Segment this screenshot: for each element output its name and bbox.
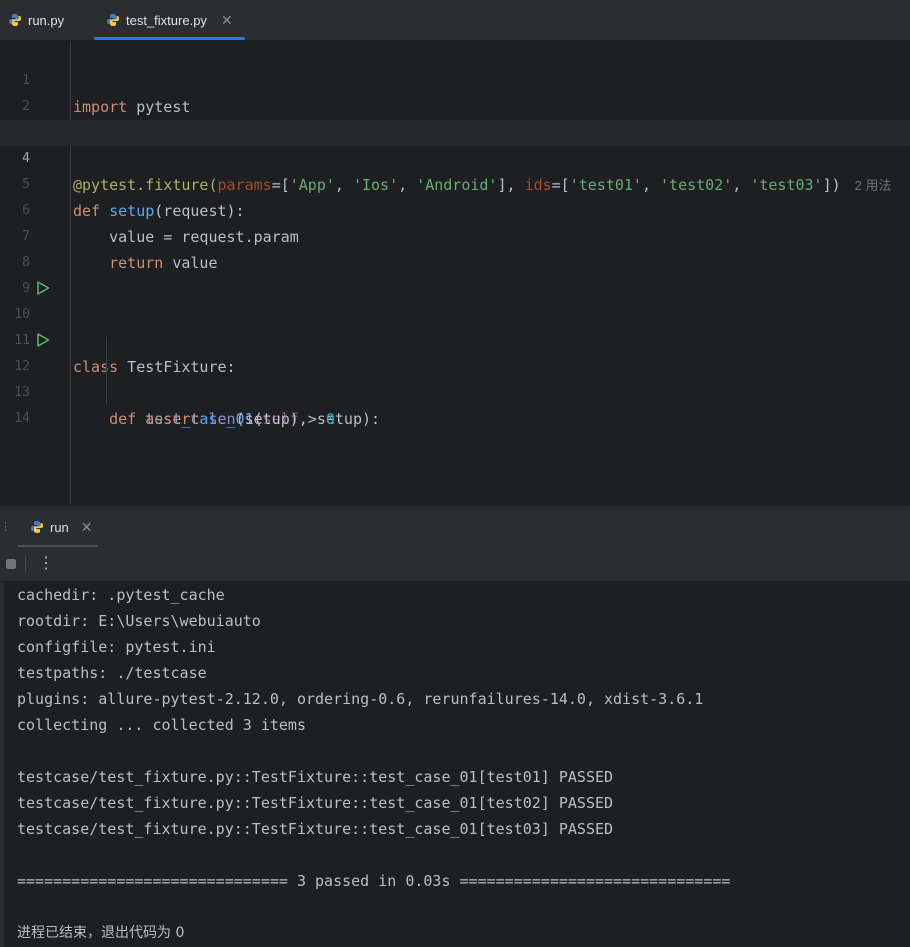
python-icon xyxy=(31,521,43,533)
code-line: 13 assert len(setup) > 0 xyxy=(0,354,910,428)
play-triangle-icon[interactable] xyxy=(36,333,50,347)
toolbar-divider xyxy=(25,555,26,573)
console-line: plugins: allure-pytest-2.12.0, ordering-… xyxy=(17,690,704,708)
code-line: 3 xyxy=(0,94,910,140)
code-line: 12 def test_case_01(self, setup): xyxy=(0,328,910,428)
code-line: 10 class TestFixture: xyxy=(0,276,910,376)
close-icon[interactable]: ✕ xyxy=(221,13,233,27)
editor-tab-bar: run.py test_fixture.py ✕ xyxy=(0,0,910,41)
run-tool-window-header: ⋮ run ✕ xyxy=(0,505,910,548)
code-editor[interactable]: 1 import pytest 2 3 4 @pytest.fixture(pa… xyxy=(0,41,910,504)
console-line: configfile: pytest.ini xyxy=(17,638,216,656)
code-token: 0 xyxy=(325,410,335,428)
tab-label: run.py xyxy=(28,12,65,28)
code-line: 2 xyxy=(0,68,910,114)
console-exit-line: 进程已结束，退出代码为 0 xyxy=(17,925,185,941)
code-line: 8 xyxy=(0,224,910,270)
stop-icon[interactable] xyxy=(6,559,16,569)
tab-label: test_fixture.py xyxy=(126,12,207,28)
code-line: 1 import pytest xyxy=(0,42,910,116)
code-line: 9 xyxy=(0,250,910,296)
console-line: rootdir: E:\Users\webuiauto xyxy=(17,612,261,630)
close-icon[interactable]: ✕ xyxy=(81,520,93,534)
code-token: (setup) > xyxy=(235,410,326,428)
console-line: testcase/test_fixture.py::TestFixture::t… xyxy=(17,768,614,786)
code-line: 5 def setup(request): xyxy=(0,146,910,220)
tool-window-edge: ⋮ xyxy=(0,521,11,533)
console-output[interactable]: cachedir: .pytest_cache rootdir: E:\User… xyxy=(0,582,910,947)
tab-test-fixture-py[interactable]: test_fixture.py ✕ xyxy=(94,0,245,40)
code-line: 7 return value xyxy=(0,198,910,272)
indent-guide xyxy=(106,337,107,405)
play-triangle-icon[interactable] xyxy=(36,281,50,295)
python-icon xyxy=(9,14,21,26)
run-tab-label: run xyxy=(50,519,69,535)
console-side-bar xyxy=(0,582,4,947)
code-token: assert xyxy=(145,410,200,428)
console-line: testpaths: ./testcase xyxy=(17,664,207,682)
tab-run-py[interactable]: run.py xyxy=(8,0,88,40)
code-line: 6 value = request.param xyxy=(0,172,910,246)
console-line: testcase/test_fixture.py::TestFixture::t… xyxy=(17,794,614,812)
console-line: cachedir: .pytest_cache xyxy=(17,586,225,604)
run-toolbar: ⋮ xyxy=(0,547,910,582)
console-line: collecting ... collected 3 items xyxy=(17,716,306,734)
code-line-current: 4 @pytest.fixture(params=['App', 'Ios', … xyxy=(0,120,910,194)
code-token: len xyxy=(208,410,236,428)
python-icon xyxy=(107,14,119,26)
tab-run[interactable]: run ✕ xyxy=(18,506,98,548)
console-line: testcase/test_fixture.py::TestFixture::t… xyxy=(17,820,614,838)
console-summary-line: ============================== 3 passed … xyxy=(17,872,731,890)
code-line: 11 xyxy=(0,302,910,348)
code-line: 14 xyxy=(0,380,910,426)
line-number: 14 xyxy=(14,411,30,426)
more-vertical-icon[interactable]: ⋮ xyxy=(38,553,54,575)
